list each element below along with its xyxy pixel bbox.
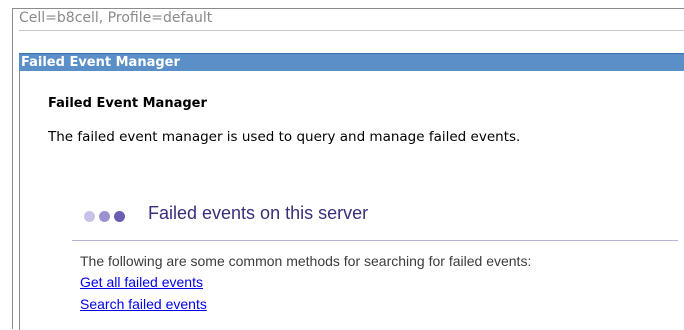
section-divider	[72, 240, 678, 241]
portlet-titlebar: Failed Event Manager	[19, 53, 684, 71]
section-intro: The following are some common methods fo…	[80, 253, 532, 269]
get-all-failed-events-link[interactable]: Get all failed events	[80, 274, 203, 290]
portlet-title: Failed Event Manager	[21, 55, 180, 70]
context-divider	[19, 30, 684, 31]
dot-light	[84, 211, 95, 222]
section-title: Failed events on this server	[148, 203, 369, 223]
page-heading: Failed Event Manager	[48, 96, 207, 111]
dot-dark	[114, 211, 125, 222]
context-label: Cell=b8cell, Profile=default	[19, 10, 213, 26]
dot-medium	[99, 211, 110, 222]
search-failed-events-link[interactable]: Search failed events	[80, 296, 207, 312]
section-dots-icon	[84, 211, 144, 223]
page-description: The failed event manager is used to quer…	[48, 129, 521, 145]
